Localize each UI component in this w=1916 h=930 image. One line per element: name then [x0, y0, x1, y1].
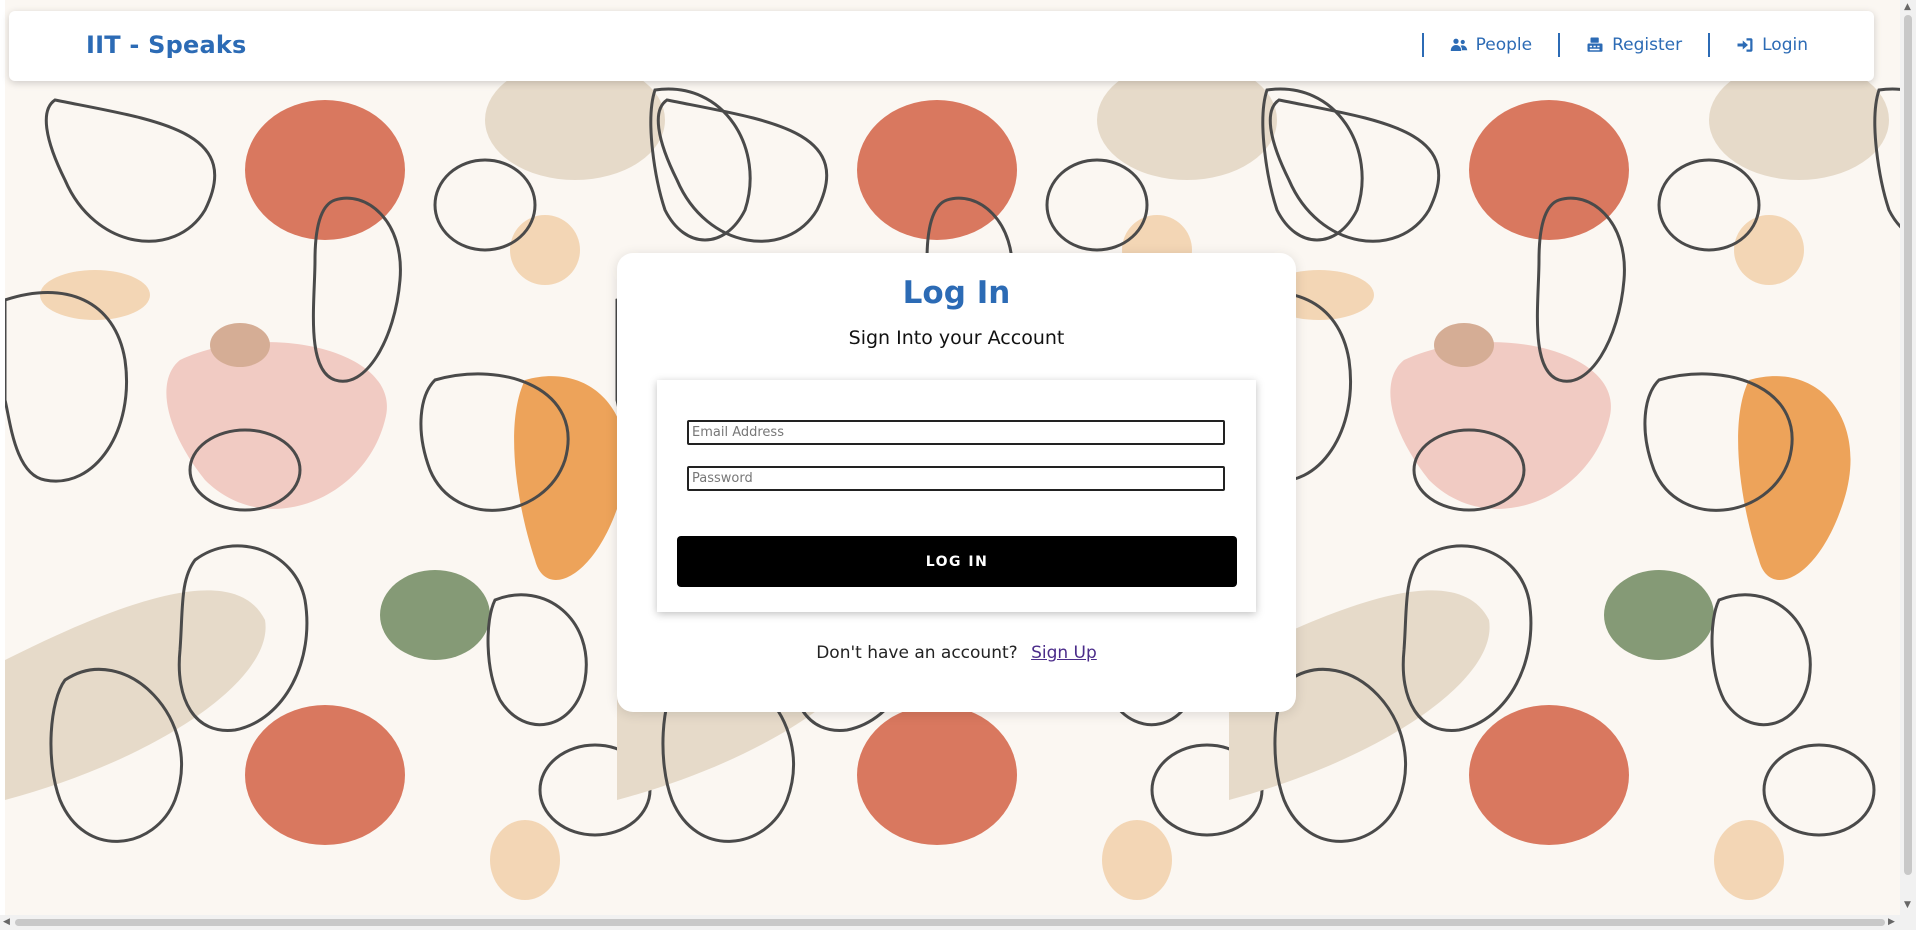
email-field[interactable] — [687, 420, 1225, 445]
nav-item-label: Login — [1762, 35, 1808, 55]
top-navbar: IIT - Speaks People Register Login — [9, 11, 1874, 81]
nav-item-register[interactable]: Register — [1560, 35, 1708, 55]
signup-prompt: Don't have an account? Sign Up — [617, 643, 1296, 663]
main-nav: People Register Login — [1421, 33, 1834, 57]
password-field[interactable] — [687, 466, 1225, 491]
vertical-scrollbar[interactable]: ▲ ▼ — [1900, 0, 1916, 915]
signup-prompt-text: Don't have an account? — [816, 643, 1018, 663]
horizontal-scrollbar[interactable]: ◀ ▶ — [0, 915, 1916, 930]
nav-item-label: People — [1475, 35, 1533, 55]
scroll-left-icon[interactable]: ◀ — [3, 917, 10, 927]
page-title: Log In — [902, 275, 1011, 311]
login-form: LOG IN — [657, 380, 1256, 612]
nav-item-label: Register — [1612, 35, 1683, 55]
scroll-right-icon[interactable]: ▶ — [1888, 917, 1895, 927]
nav-item-login[interactable]: Login — [1710, 35, 1834, 55]
brand-logo[interactable]: IIT - Speaks — [86, 31, 247, 59]
horizontal-scroll-thumb[interactable] — [15, 919, 1885, 926]
scroll-up-icon[interactable]: ▲ — [1904, 2, 1911, 12]
login-icon — [1737, 38, 1753, 52]
login-card: Log In Sign Into your Account LOG IN Don… — [617, 253, 1296, 712]
signup-link[interactable]: Sign Up — [1031, 643, 1097, 663]
page-subtitle: Sign Into your Account — [848, 327, 1065, 349]
nav-item-people[interactable]: People — [1424, 35, 1558, 55]
vertical-scroll-thumb[interactable] — [1904, 15, 1912, 875]
scroll-down-icon[interactable]: ▼ — [1904, 900, 1911, 910]
register-icon — [1587, 37, 1603, 52]
people-icon — [1450, 38, 1467, 51]
login-button[interactable]: LOG IN — [677, 536, 1237, 587]
